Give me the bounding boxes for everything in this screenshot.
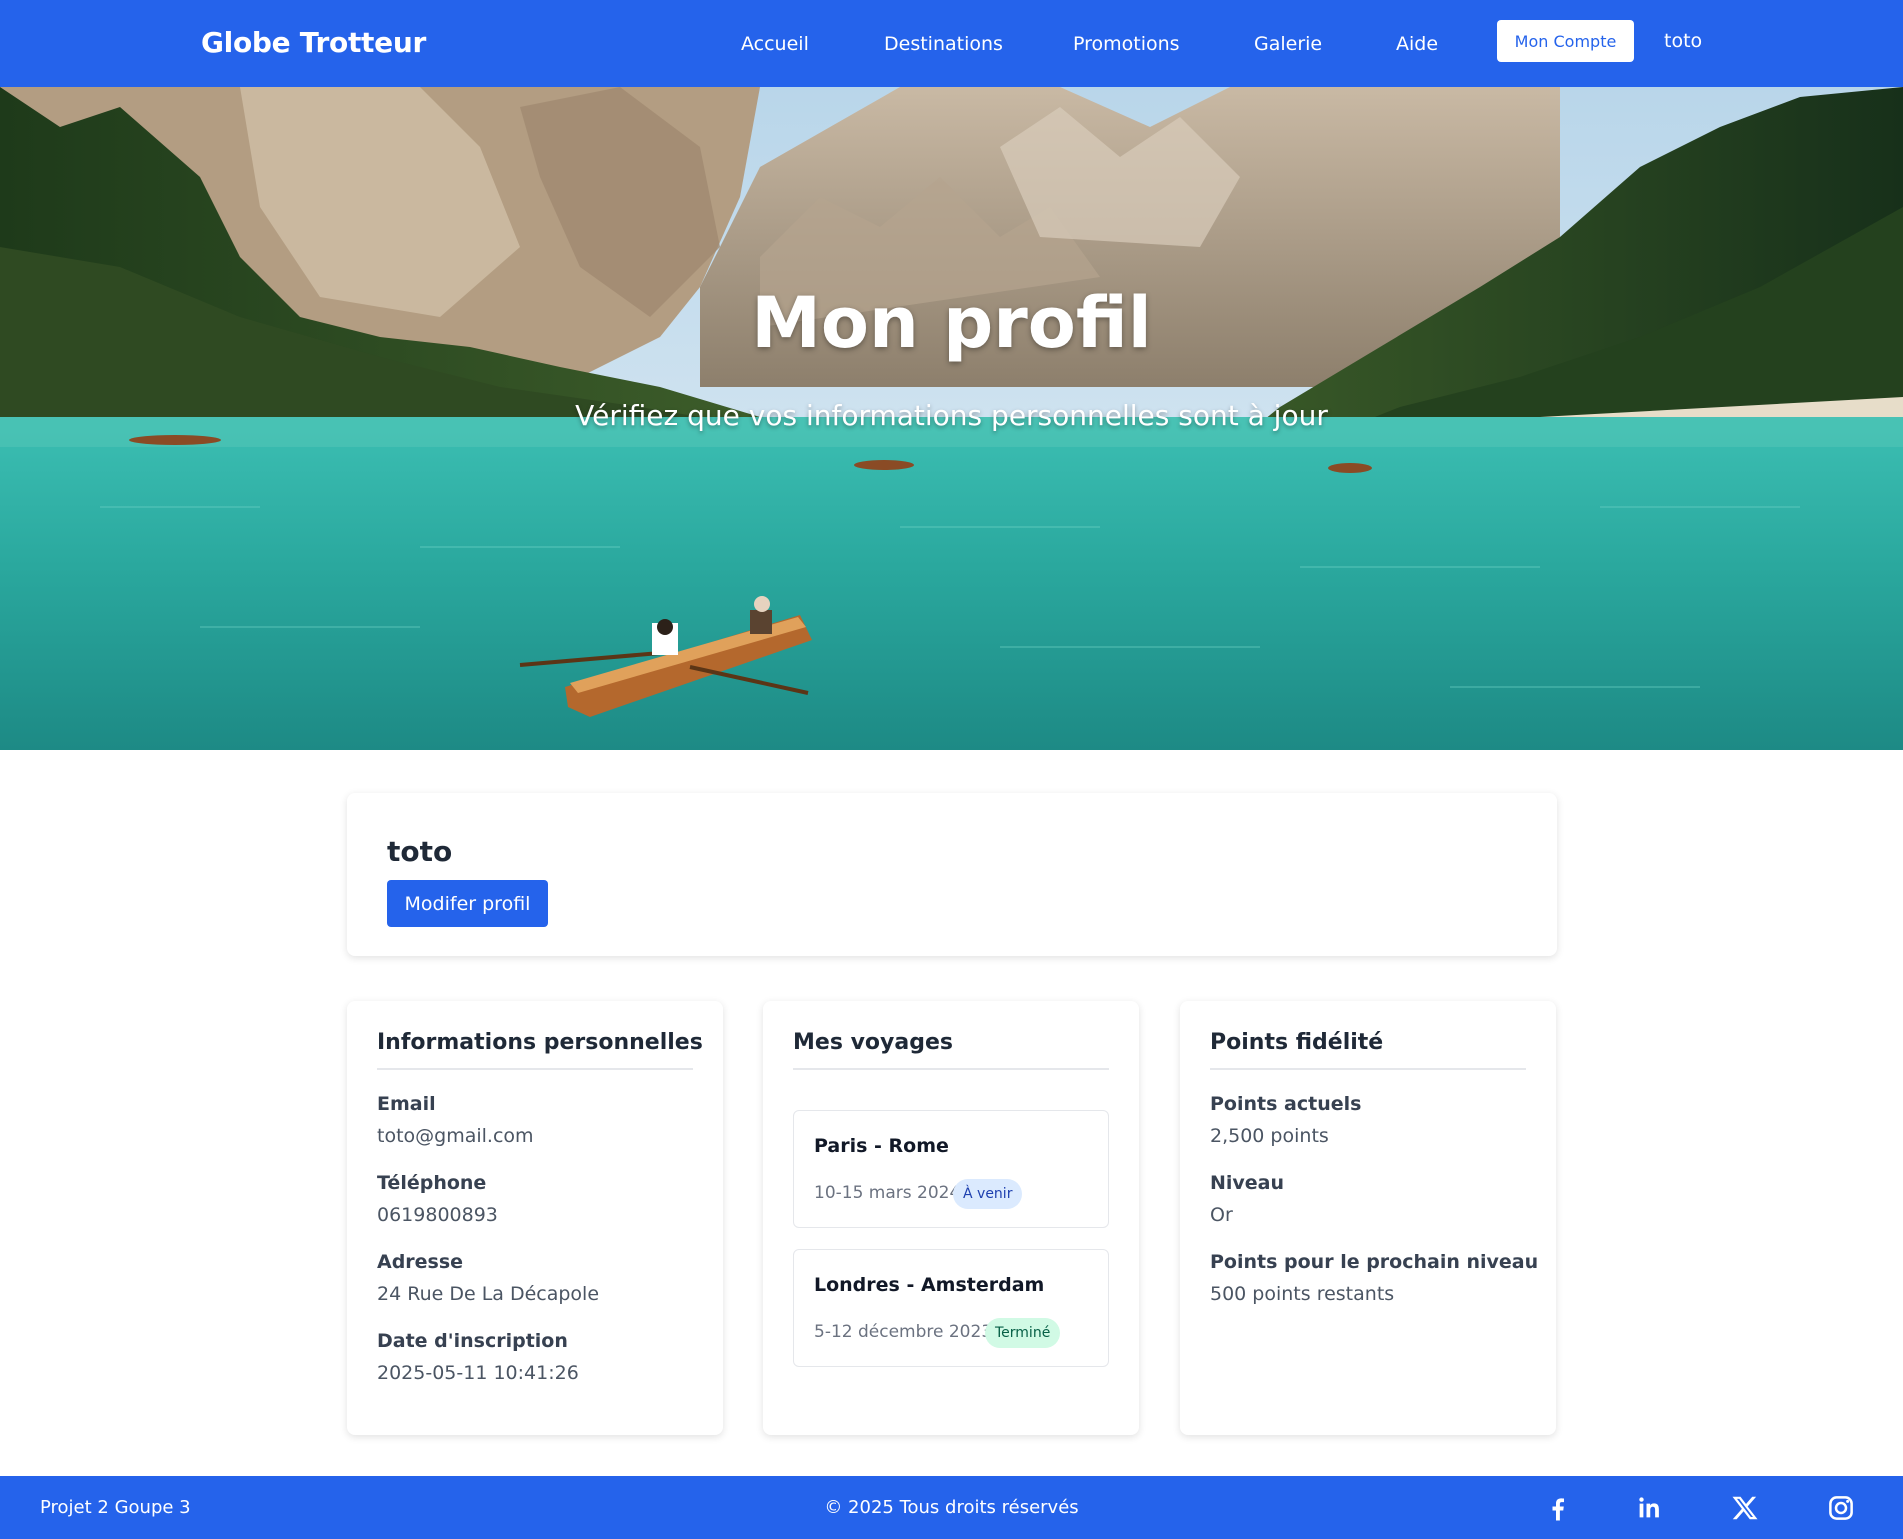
nav-accueil[interactable]: Accueil <box>741 33 809 55</box>
top-navbar: Globe Trotteur Accueil Destinations Prom… <box>0 0 1903 87</box>
trip-dates: 10-15 mars 2024 <box>814 1183 961 1203</box>
next-level-value: 500 points restants <box>1210 1283 1395 1305</box>
card-divider <box>1210 1068 1526 1070</box>
nav-promotions[interactable]: Promotions <box>1073 33 1180 55</box>
trips-card: Mes voyages Paris - Rome 10-15 mars 2024… <box>763 1001 1139 1435</box>
footer-copyright: © 2025 Tous droits réservés <box>824 1497 1079 1518</box>
personal-info-card: Informations personnelles Email toto@gma… <box>347 1001 723 1435</box>
trip-route: Londres - Amsterdam <box>814 1274 1045 1296</box>
loyalty-card: Points fidélité Points actuels 2,500 poi… <box>1180 1001 1556 1435</box>
trip-status-badge: À venir <box>953 1179 1023 1209</box>
level-value: Or <box>1210 1204 1233 1226</box>
phone-value: 0619800893 <box>377 1204 498 1226</box>
instagram-icon[interactable] <box>1826 1493 1856 1523</box>
trip-dates: 5-12 décembre 2023 <box>814 1322 993 1342</box>
email-label: Email <box>377 1093 436 1115</box>
trips-title: Mes voyages <box>793 1030 953 1055</box>
nav-aide[interactable]: Aide <box>1396 33 1438 55</box>
hero-banner: Mon profil Vérifiez que vos informations… <box>0 87 1903 750</box>
site-footer: Projet 2 Goupe 3 © 2025 Tous droits rése… <box>0 1476 1903 1539</box>
trip-item[interactable]: Londres - Amsterdam 5-12 décembre 2023 T… <box>793 1249 1109 1367</box>
signup-date-value: 2025-05-11 10:41:26 <box>377 1362 579 1384</box>
current-points-value: 2,500 points <box>1210 1125 1329 1147</box>
personal-info-title: Informations personnelles <box>377 1030 703 1055</box>
next-level-label: Points pour le prochain niveau <box>1210 1251 1539 1273</box>
email-value: toto@gmail.com <box>377 1125 534 1147</box>
card-divider <box>793 1068 1109 1070</box>
profile-summary-card: toto Modifer profil <box>347 793 1557 956</box>
trip-status-badge: Terminé <box>985 1318 1061 1348</box>
edit-profile-button[interactable]: Modifer profil <box>387 880 548 927</box>
x-icon[interactable] <box>1730 1493 1760 1523</box>
phone-label: Téléphone <box>377 1172 487 1194</box>
trip-item[interactable]: Paris - Rome 10-15 mars 2024 À venir <box>793 1110 1109 1228</box>
facebook-icon[interactable] <box>1543 1493 1573 1523</box>
nav-destinations[interactable]: Destinations <box>884 33 1003 55</box>
linkedin-icon[interactable] <box>1634 1493 1664 1523</box>
loyalty-title: Points fidélité <box>1210 1030 1384 1055</box>
hero-title: Mon profil <box>751 282 1152 364</box>
address-label: Adresse <box>377 1251 464 1273</box>
address-value: 24 Rue De La Décapole <box>377 1283 600 1305</box>
account-button[interactable]: Mon Compte <box>1497 20 1634 62</box>
profile-name: toto <box>387 835 453 868</box>
hero-subtitle: Vérifiez que vos informations personnell… <box>575 399 1328 432</box>
nav-galerie[interactable]: Galerie <box>1254 33 1322 55</box>
current-points-label: Points actuels <box>1210 1093 1362 1115</box>
card-divider <box>377 1068 693 1070</box>
header-username[interactable]: toto <box>1664 30 1702 52</box>
trip-route: Paris - Rome <box>814 1135 949 1157</box>
signup-date-label: Date d'inscription <box>377 1330 568 1352</box>
level-label: Niveau <box>1210 1172 1285 1194</box>
